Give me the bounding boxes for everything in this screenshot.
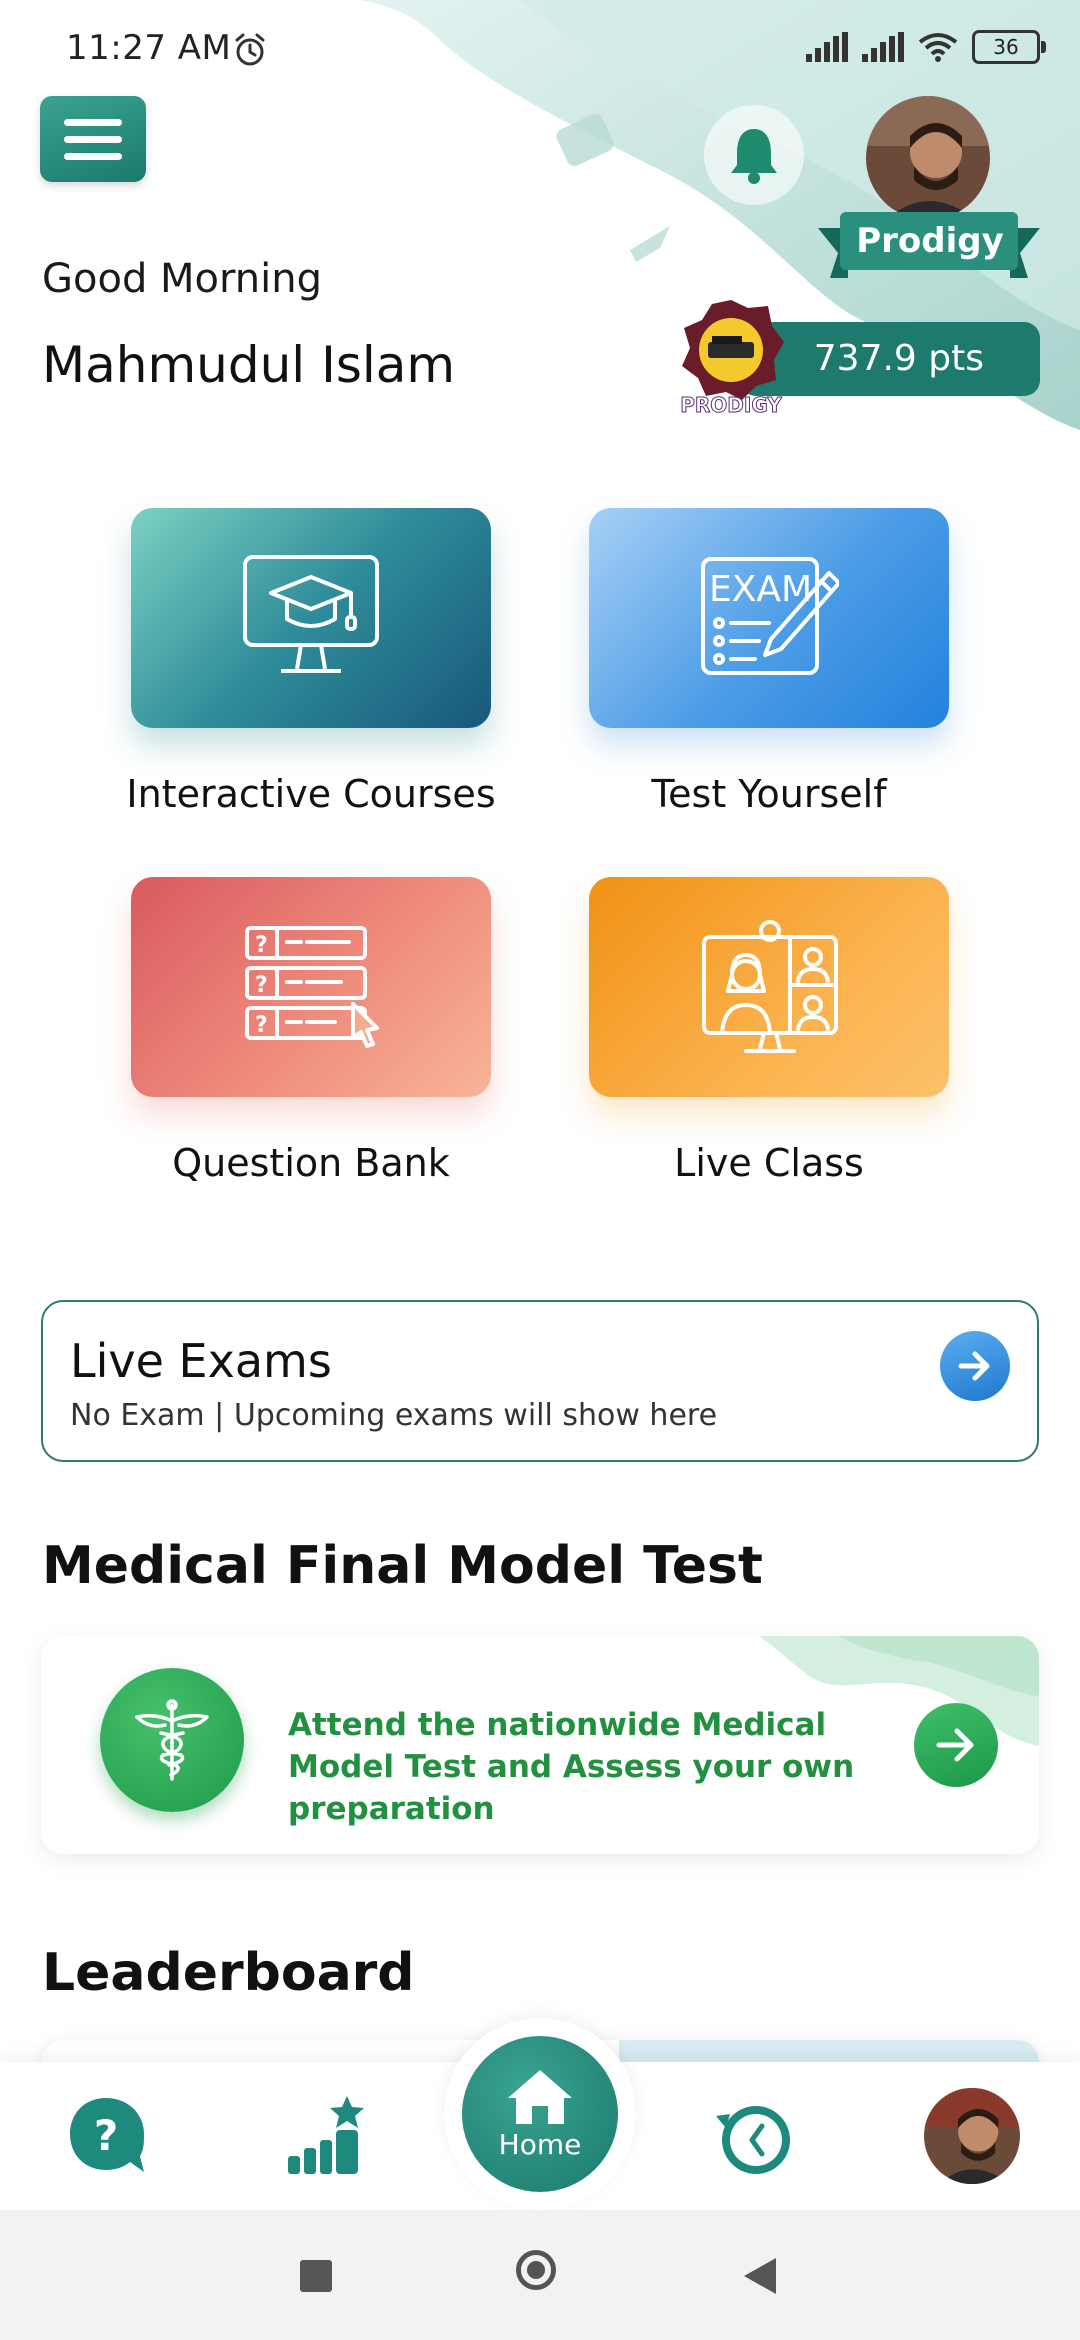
nav-home-label: Home: [498, 2127, 582, 2161]
nav-home-button[interactable]: Home: [462, 2036, 618, 2192]
history-clock-icon: [716, 2106, 790, 2174]
exam-icon-text: EXAM: [709, 569, 812, 610]
svg-text:?: ?: [94, 2111, 118, 2160]
test-yourself-tile[interactable]: EXAM: [589, 508, 949, 728]
interactive-courses-label: Interactive Courses: [126, 772, 496, 816]
svg-text:?: ?: [255, 973, 268, 998]
live-class-tile[interactable]: [589, 877, 949, 1097]
nav-leaderboard-button[interactable]: [284, 2094, 364, 2182]
live-exams-title: Live Exams: [70, 1334, 332, 1388]
arrow-right-icon: [936, 1728, 974, 1762]
badge-text: PRODIGY: [680, 393, 782, 416]
nav-help-button[interactable]: ?: [66, 2094, 150, 2182]
leaderboard-section-title: Leaderboard: [42, 1943, 415, 2003]
avatar-image: [924, 2088, 1020, 2184]
question-list-cursor-icon: ???: [245, 926, 379, 1048]
svg-text:?: ?: [255, 933, 268, 958]
monitor-graduation-cap-icon: [243, 555, 379, 673]
profile-avatar[interactable]: [866, 96, 990, 220]
live-exams-subtitle: No Exam | Upcoming exams will show here: [70, 1398, 718, 1433]
back-button[interactable]: [744, 2258, 776, 2294]
signal-icon-2: [862, 32, 904, 62]
video-conference-icon: [702, 920, 838, 1053]
prodigy-badge-icon: PRODIGY: [680, 300, 784, 416]
recents-button[interactable]: [300, 2260, 332, 2292]
exam-sheet-pencil-icon: EXAM: [701, 557, 839, 675]
home-icon: [508, 2069, 572, 2124]
notification-button[interactable]: [704, 105, 804, 205]
caduceus-icon: [135, 1699, 209, 1781]
arrow-right-icon: [958, 1351, 990, 1381]
bell-icon: [731, 129, 777, 184]
ranking-bars-star-icon: [288, 2096, 364, 2174]
nav-history-button[interactable]: [712, 2096, 796, 2184]
signal-icon: [806, 32, 848, 62]
interactive-courses-tile[interactable]: [131, 508, 491, 728]
user-name: Mahmudul Islam: [42, 336, 456, 394]
question-bank-label: Question Bank: [172, 1141, 450, 1185]
rank-label: Prodigy: [856, 221, 1004, 261]
alarm-clock-icon: [235, 33, 265, 66]
live-class-label: Live Class: [674, 1141, 864, 1185]
greeting-text: Good Morning: [42, 256, 322, 302]
battery-indicator: 36: [972, 30, 1046, 64]
avatar-image: [866, 96, 990, 220]
status-indicators: 36: [806, 30, 1046, 64]
menu-button[interactable]: [40, 96, 146, 182]
medical-section-title: Medical Final Model Test: [42, 1536, 763, 1596]
menu-bar: [64, 118, 122, 126]
menu-bar: [64, 152, 122, 160]
wifi-icon: [918, 33, 958, 62]
question-bubble-icon: ?: [70, 2098, 144, 2172]
nav-profile-avatar[interactable]: [924, 2088, 1020, 2184]
live-exams-arrow-button[interactable]: [940, 1331, 1010, 1401]
medical-model-test-arrow-button[interactable]: [914, 1703, 998, 1787]
question-bank-tile[interactable]: ???: [131, 877, 491, 1097]
medical-model-test-text: Attend the nationwide Medical Model Test…: [288, 1707, 855, 1827]
test-yourself-label: Test Yourself: [651, 772, 887, 816]
status-time: 11:27 AM: [66, 28, 232, 68]
svg-text:?: ?: [255, 1013, 268, 1038]
menu-bar: [64, 135, 122, 143]
home-system-button[interactable]: [516, 2250, 556, 2290]
medical-logo: [100, 1668, 244, 1812]
